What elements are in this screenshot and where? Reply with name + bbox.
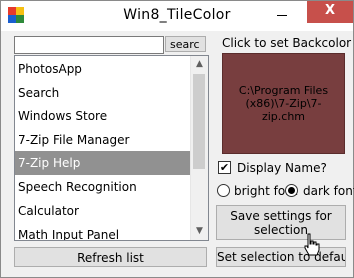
tile-color-preview[interactable]: C:\Program Files (x86)\7-Zip\7-zip.chm: [222, 53, 345, 154]
display-name-checkbox[interactable]: ✔: [218, 161, 231, 174]
scroll-up-icon[interactable]: ▲: [191, 56, 208, 73]
title-bar[interactable]: Win8_TileColor X: [1, 1, 353, 31]
app-window: Win8_TileColor X searc PhotosApp Search …: [0, 0, 354, 278]
list-item[interactable]: 7-Zip File Manager: [15, 128, 194, 152]
list-item-selected[interactable]: 7-Zip Help: [15, 151, 194, 175]
list-item[interactable]: Windows Store: [15, 104, 194, 128]
set-default-button[interactable]: Set selection to default: [216, 247, 346, 267]
list-item[interactable]: Calculator: [15, 199, 194, 223]
search-button[interactable]: searc: [165, 36, 206, 52]
radio-selected-dot: [288, 187, 295, 194]
hand-cursor-icon: [304, 233, 320, 256]
close-button[interactable]: X: [307, 1, 353, 23]
search-input[interactable]: [14, 36, 164, 54]
bright-font-radio[interactable]: [217, 184, 230, 197]
dark-font-label: dark font: [303, 184, 354, 198]
app-list[interactable]: PhotosApp Search Windows Store 7-Zip Fil…: [14, 55, 209, 241]
list-scrollbar[interactable]: ▲ ▼: [190, 56, 208, 240]
minimize-icon: [277, 15, 287, 16]
display-name-label: Display Name?: [237, 161, 327, 175]
list-item[interactable]: Math Input Panel: [15, 223, 194, 240]
backcolor-label: Click to set Backcolor: [222, 36, 352, 50]
list-item[interactable]: Speech Recognition: [15, 175, 194, 199]
dark-font-radio[interactable]: [285, 184, 298, 197]
scroll-down-icon[interactable]: ▼: [191, 223, 208, 240]
scroll-thumb[interactable]: [193, 74, 205, 169]
list-item[interactable]: Search: [15, 81, 194, 105]
list-item[interactable]: PhotosApp: [15, 57, 194, 81]
minimize-button[interactable]: [269, 3, 295, 23]
save-settings-button[interactable]: Save settings for selection: [216, 205, 346, 240]
window-title: Win8_TileColor: [123, 7, 231, 23]
refresh-list-button[interactable]: Refresh list: [14, 247, 207, 267]
